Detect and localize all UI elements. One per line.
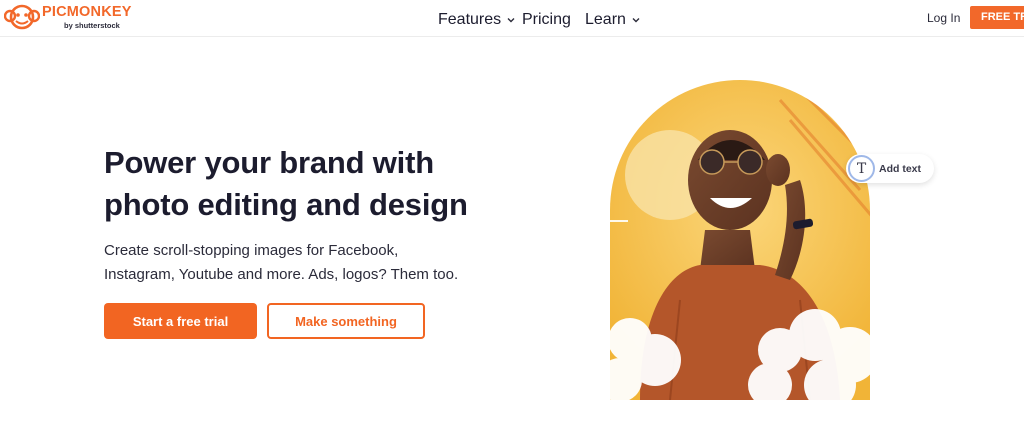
- start-free-trial-button[interactable]: Start a free trial: [104, 303, 257, 339]
- login-link[interactable]: Log In: [927, 11, 960, 25]
- nav-learn[interactable]: Learn: [585, 11, 640, 29]
- add-text-chip[interactable]: T Add text: [846, 154, 934, 183]
- add-text-label: Add text: [879, 162, 921, 175]
- text-tool-icon: T: [848, 155, 875, 182]
- hero-subtext-line1: Create scroll-stopping images for Facebo…: [104, 242, 399, 259]
- nav-pricing-label: Pricing: [522, 11, 571, 28]
- hero-subtext-line2: Instagram, Youtube and more. Ads, logos?…: [104, 266, 459, 283]
- chevron-down-icon: [507, 18, 515, 23]
- logo-wordmark: PICMONKEY: [42, 4, 132, 20]
- hero-headline-line2: photo editing and design: [104, 187, 468, 222]
- hero-headline-line1: Power your brand with: [104, 145, 434, 180]
- site-header: PICMONKEY by shutterstock Features Prici…: [0, 0, 1024, 37]
- logo-byline: by shutterstock: [64, 20, 120, 30]
- nav-pricing[interactable]: Pricing: [522, 11, 571, 29]
- chevron-down-icon: [632, 18, 640, 23]
- nav-features-label: Features: [438, 11, 502, 28]
- nav-learn-label: Learn: [585, 11, 626, 28]
- hero-headline: Power your brand with photo editing and …: [104, 142, 484, 226]
- hero-photo: [610, 80, 870, 400]
- nav-features[interactable]: Features: [438, 11, 515, 29]
- free-trial-button[interactable]: FREE TRIAL: [970, 6, 1024, 29]
- picmonkey-logo[interactable]: PICMONKEY by shutterstock: [4, 3, 132, 31]
- make-something-button[interactable]: Make something: [267, 303, 425, 339]
- hero-subtext: Create scroll-stopping images for Facebo…: [104, 239, 464, 287]
- monkey-logo-icon: [4, 4, 40, 30]
